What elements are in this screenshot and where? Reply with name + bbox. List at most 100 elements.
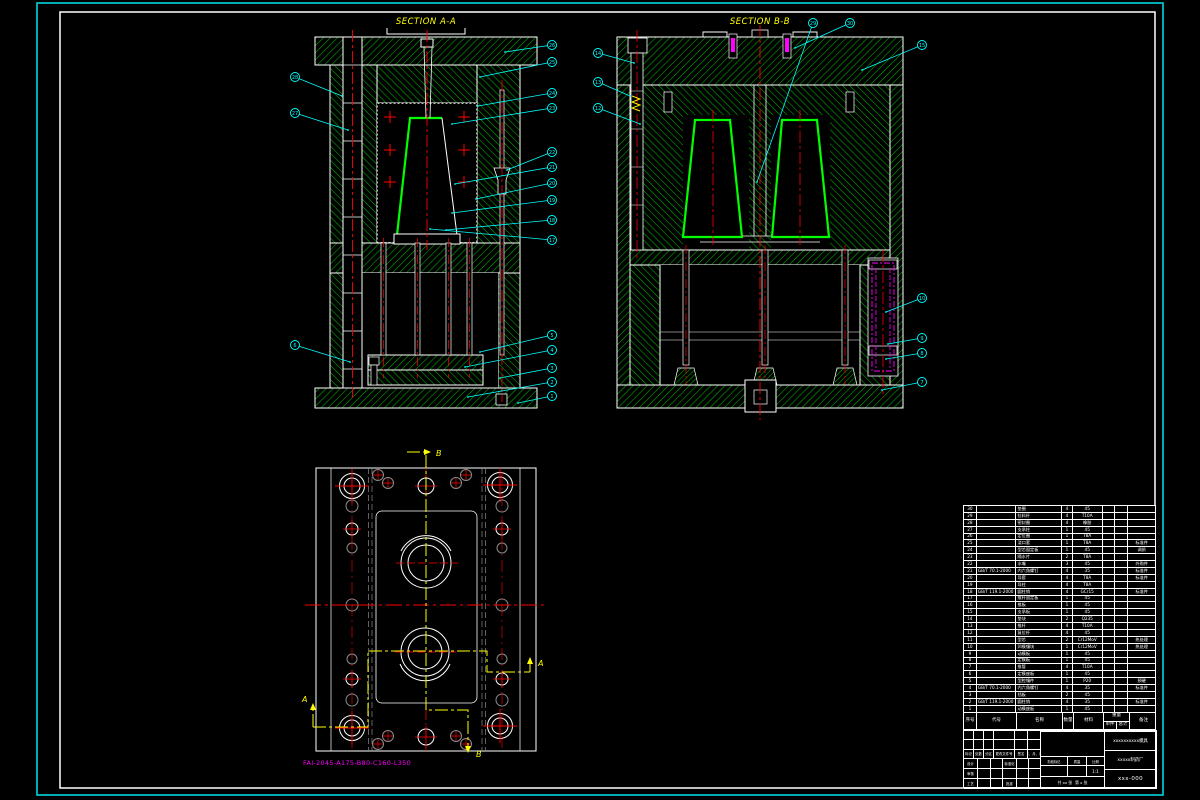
signature-row: 工艺 批准	[964, 778, 1041, 789]
balloon-number: 5	[550, 333, 553, 339]
outer-wall-left	[616, 84, 631, 386]
title-block-cell	[974, 740, 984, 750]
title-block-cell	[994, 740, 1015, 750]
parts-cell	[1128, 506, 1156, 513]
parts-cell: 垫圈	[1016, 506, 1062, 513]
parts-cell	[1115, 588, 1129, 596]
drawing-number-cell: xxx-000	[1104, 769, 1157, 789]
title-block-cell: 设计	[964, 758, 978, 769]
parts-cell: 型芯固定板	[1016, 547, 1062, 555]
parts-cell	[976, 581, 1017, 589]
parts-cell: 28	[964, 519, 977, 527]
parts-cell: 2	[1061, 616, 1073, 624]
parts-cell	[976, 705, 1017, 713]
parts-cell	[1115, 574, 1129, 582]
product-name-cell: xxxxxxxxxx模具	[1104, 731, 1157, 751]
balloon-number: 8	[920, 351, 923, 357]
parts-cell: Cr12MoV	[1072, 643, 1103, 651]
parts-cell	[1115, 568, 1129, 575]
parts-cell	[1102, 643, 1116, 651]
hidden-edges	[368, 468, 486, 751]
parts-cell: 6	[964, 671, 977, 679]
parts-cell: 1	[1061, 609, 1073, 617]
parts-cell: 9	[964, 650, 977, 658]
title-block-cell: 更改文件号	[994, 749, 1015, 759]
parts-row: 19 导柱 4 T8A	[964, 581, 1156, 589]
parts-cell	[1115, 547, 1129, 555]
parts-cell: 1	[1061, 643, 1073, 651]
balloon-number: 1	[550, 394, 553, 400]
parts-cell	[976, 602, 1017, 610]
title-block-cell	[991, 768, 1003, 779]
leader-dot	[464, 366, 466, 368]
parts-cell: 凹模镶块	[1016, 643, 1062, 651]
parts-cell: 推板	[1016, 602, 1062, 610]
parts-cell: 1	[1061, 526, 1073, 534]
title-block: 标记处数分区更改文件号签名年、月、日设计标准化审核工艺批准 阶段标记 质量 比例…	[963, 730, 1157, 789]
parts-cell	[976, 574, 1017, 582]
balloon-number: 24	[549, 91, 555, 97]
parts-row: 21 GB/T 70.1-2000 内六角螺钉 4 35 标准件	[964, 568, 1156, 575]
parts-cell	[976, 526, 1017, 534]
balloon-number: 27	[292, 111, 298, 117]
sheet-count-cell: 共 xx 张 第 x 张	[1040, 776, 1105, 789]
cut-label-a-right: A	[537, 659, 543, 668]
parts-cell: 拉料杆	[1016, 512, 1062, 520]
parts-cell: 4	[1061, 623, 1073, 631]
balloon-number: 21	[549, 165, 555, 171]
parts-cell	[1128, 664, 1156, 672]
parts-cell: 45	[1072, 561, 1103, 569]
title-block-cell: 工艺	[964, 778, 978, 789]
title-block-cell	[974, 731, 984, 741]
parts-cell	[1102, 568, 1116, 575]
parts-cell	[976, 636, 1017, 644]
parts-cell	[1102, 547, 1116, 555]
parts-cell: T10A	[1072, 623, 1103, 631]
title-block-cell: 标记	[964, 749, 974, 759]
sheets-total: 共 xx 张	[1057, 779, 1073, 785]
parts-row: 20 导套 4 T8A 标准件	[964, 574, 1156, 582]
title-block-cell: 标准化	[1003, 758, 1017, 769]
parts-row: 10 凹模镶块 1 Cr12MoV 热处理	[964, 643, 1156, 651]
parts-cell: 推杆	[1016, 623, 1062, 631]
parts-row: 24 型芯固定板 1 45 调质	[964, 547, 1156, 555]
parts-cell	[1115, 561, 1129, 569]
parts-cell	[1102, 685, 1116, 693]
parts-cell	[1102, 554, 1116, 562]
parts-cell: 1	[1061, 705, 1073, 713]
parts-cell: 密封圈	[1016, 519, 1062, 527]
parts-cell: 支承柱	[1016, 526, 1062, 534]
parts-cell: T8A	[1072, 554, 1103, 562]
parts-row: 9 动模板 1 45	[964, 650, 1156, 658]
parts-cell	[1102, 540, 1116, 548]
balloon-number: 9	[920, 336, 923, 342]
title-block-cell	[1003, 768, 1017, 779]
parts-cell	[1102, 664, 1116, 672]
parts-cell: 45	[1072, 657, 1103, 665]
guide-bushing-detail	[867, 250, 899, 398]
parts-cell	[1115, 692, 1129, 699]
parts-cell: 45	[1072, 630, 1103, 637]
section-cut-b: B B	[407, 449, 482, 759]
parts-cell: 27	[964, 526, 977, 534]
parts-cell	[1128, 520, 1156, 527]
title-block-cell	[994, 731, 1015, 741]
plan-view: B B A A FAI-2045-A175-B80-C160-L350	[301, 449, 547, 767]
leader-dot	[756, 181, 758, 183]
parts-cell: 1	[1061, 602, 1073, 610]
leader-dot	[861, 69, 863, 71]
col-header-remark: 备注	[1130, 713, 1157, 731]
parts-cell	[1128, 658, 1156, 665]
balloon-number: 7	[920, 380, 923, 386]
parts-cell: 推管	[1016, 664, 1062, 672]
parts-row: 5 型腔镶件 1 P20 预硬	[964, 678, 1156, 686]
parts-cell: 预硬	[1128, 678, 1156, 686]
balloon-number: 18	[549, 218, 555, 224]
balloon-number: 22	[549, 150, 555, 156]
parts-cell	[1102, 519, 1116, 527]
parts-cell: 内六角螺钉	[1016, 568, 1062, 575]
parts-cell: 45	[1072, 609, 1103, 617]
parts-cell: 2	[1061, 636, 1073, 644]
parts-cell: 热处理	[1128, 637, 1156, 644]
revision-row	[964, 731, 1041, 741]
